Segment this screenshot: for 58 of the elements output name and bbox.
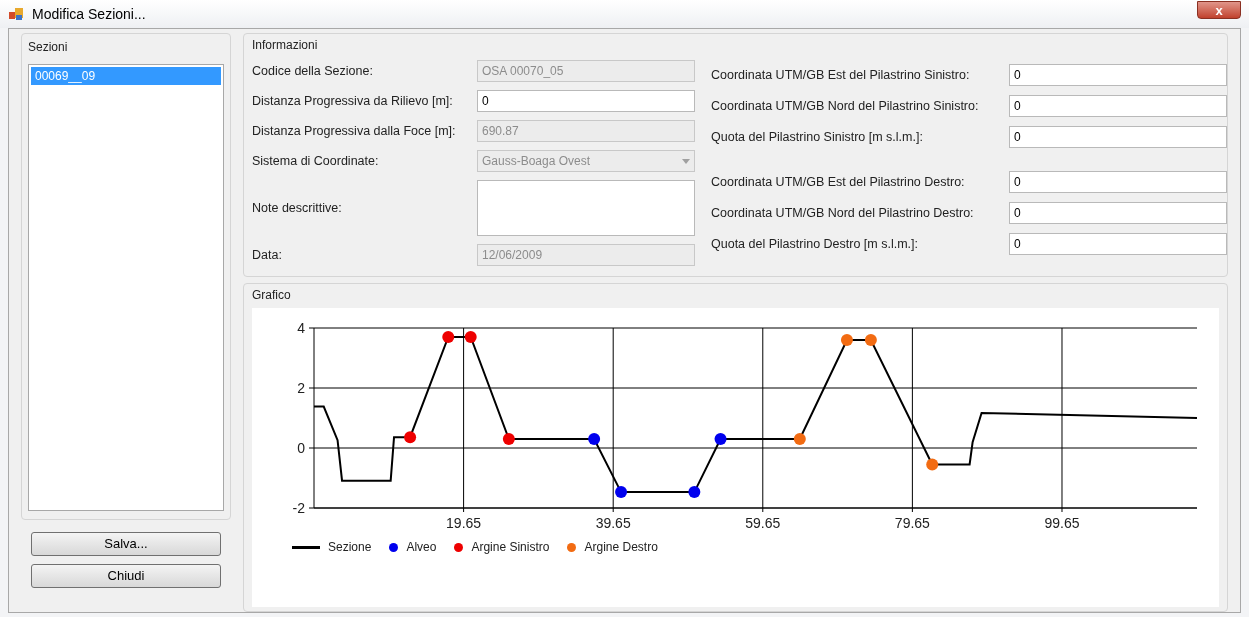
- data-point: [404, 431, 417, 444]
- legend-dot-icon: [454, 542, 464, 552]
- input-field[interactable]: 0: [1009, 171, 1227, 193]
- field-label: Note descrittive:: [252, 199, 343, 217]
- field-label: Quota del Pilastrino Destro [m s.l.m.]:: [711, 235, 919, 253]
- group-title: Grafico: [252, 287, 292, 304]
- input-field[interactable]: 0: [1009, 202, 1227, 224]
- x-tick-label: 79.65: [894, 515, 930, 528]
- field-label: Coordinata UTM/GB Nord del Pilastrino Sinistro:: [711, 97, 980, 115]
- group-title: Sezioni: [28, 39, 69, 56]
- legend-line-icon: [292, 545, 320, 549]
- y-tick-label: 0: [297, 440, 305, 456]
- field-label: Distanza Progressiva dalla Foce [m]:: [252, 122, 457, 140]
- x-tick-label: 99.65: [1044, 515, 1080, 528]
- field-label: Coordinata UTM/GB Est del Pilastrino Destro:: [711, 173, 966, 191]
- window-title: Modifica Sezioni...: [32, 4, 146, 24]
- y-tick-label: 4: [297, 320, 305, 336]
- dialog-button[interactable]: Chiudi: [31, 564, 221, 588]
- legend-label: Alveo: [406, 539, 437, 556]
- data-point: [840, 334, 853, 346]
- x-tick-label: 19.65: [446, 515, 482, 528]
- legend-dot-icon: [389, 542, 399, 552]
- data-point: [864, 334, 877, 346]
- legend-label: Argine Sinistro: [471, 539, 550, 556]
- dialog-button[interactable]: Salva...: [31, 532, 221, 556]
- group-title: Informazioni: [252, 37, 319, 54]
- data-point: [464, 331, 477, 343]
- field-label: Coordinata UTM/GB Est del Pilastrino Sinistro:: [711, 66, 971, 84]
- app-icon: [8, 6, 24, 22]
- data-point: [714, 433, 727, 445]
- close-button[interactable]: x: [1197, 1, 1241, 19]
- notes-field[interactable]: [477, 180, 695, 236]
- field-label: Distanza Progressiva da Rilievo [m]:: [252, 92, 454, 110]
- field-label: Codice della Sezione:: [252, 62, 374, 80]
- y-tick-label: -2: [292, 500, 305, 516]
- input-field[interactable]: 0: [1009, 126, 1227, 148]
- legend-label: Argine Destro: [584, 539, 658, 556]
- field-label: Coordinata UTM/GB Nord del Pilastrino Destro:: [711, 204, 975, 222]
- data-point: [615, 486, 628, 499]
- input-field[interactable]: 0: [1009, 95, 1227, 117]
- input-field[interactable]: 0: [1009, 233, 1227, 255]
- y-tick-label: 2: [297, 380, 305, 396]
- data-point: [793, 433, 806, 445]
- legend-label: Sezione: [328, 539, 372, 556]
- field-label: Quota del Pilastrino Sinistro [m s.l.m.]:: [711, 128, 924, 146]
- dropdown-arrow-icon: [682, 158, 690, 164]
- data-point: [442, 331, 455, 343]
- field-label: Sistema di Coordinate:: [252, 152, 380, 170]
- data-point: [926, 458, 939, 471]
- input-field[interactable]: 0: [477, 90, 695, 112]
- legend-dot-icon: [567, 542, 577, 552]
- data-point: [588, 433, 601, 445]
- input-field[interactable]: 0: [1009, 64, 1227, 86]
- field-label: Data:: [252, 246, 283, 264]
- x-tick-label: 39.65: [595, 515, 631, 528]
- data-point: [502, 433, 515, 445]
- x-tick-label: 59.65: [745, 515, 781, 528]
- data-point: [688, 486, 701, 499]
